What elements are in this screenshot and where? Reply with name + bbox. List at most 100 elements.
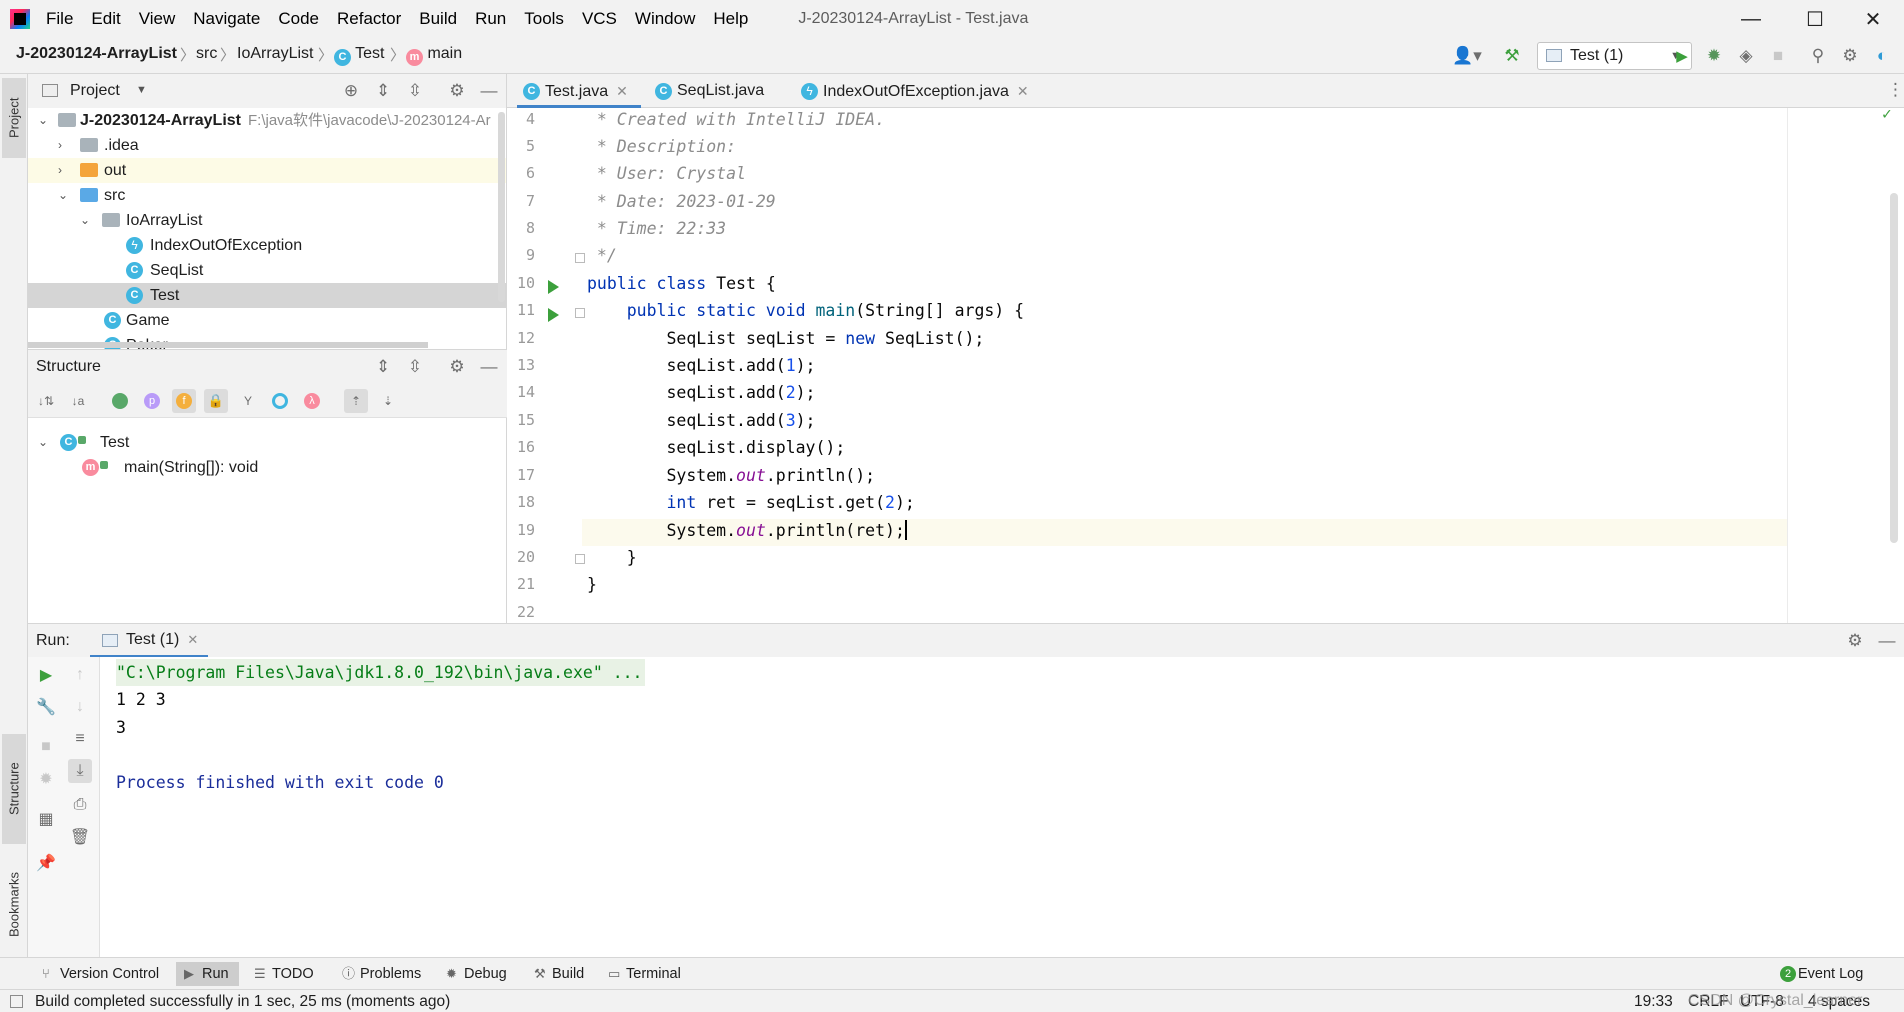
- settings-gear-icon[interactable]: ⚙: [446, 357, 468, 377]
- close-tab-icon[interactable]: ✕: [616, 83, 628, 99]
- menu-refactor[interactable]: Refactor: [337, 9, 401, 29]
- menu-tools[interactable]: Tools: [524, 9, 564, 29]
- menu-run[interactable]: Run: [475, 9, 506, 29]
- lambda-icon[interactable]: λ: [304, 393, 320, 409]
- sort-alphabetically-icon[interactable]: ↓a: [66, 389, 90, 413]
- menu-code[interactable]: Code: [278, 9, 319, 29]
- fold-marker-icon[interactable]: [575, 554, 585, 564]
- tab-run[interactable]: ▶ Run: [176, 962, 239, 986]
- tab-problems[interactable]: ⓘ Problems: [334, 962, 431, 986]
- fold-marker-icon[interactable]: [575, 308, 585, 318]
- tab-event-log[interactable]: 2 Event Log: [1772, 962, 1873, 986]
- tree-item-project-root[interactable]: ⌄ J-20230124-ArrayList F:\java软件\javacod…: [28, 108, 506, 133]
- tree-item-game[interactable]: C Game: [28, 308, 506, 333]
- autoscroll-from-source-icon[interactable]: ⇣: [376, 389, 400, 413]
- menu-build[interactable]: Build: [419, 9, 457, 29]
- show-fields-icon[interactable]: f: [176, 393, 192, 409]
- editor-vertical-scrollbar[interactable]: [1890, 193, 1898, 543]
- menu-navigate[interactable]: Navigate: [193, 9, 260, 29]
- jetbrains-toolbox-icon[interactable]: ◐: [1870, 45, 1894, 67]
- coverage-icon[interactable]: ◈: [1734, 45, 1758, 67]
- tree-item-src[interactable]: ⌄ src: [28, 183, 506, 208]
- breadcrumb-class[interactable]: C Test: [334, 45, 385, 66]
- rerun-icon[interactable]: ▶: [34, 663, 58, 687]
- collapse-all-icon[interactable]: ⇳: [404, 81, 426, 101]
- soft-wrap-icon[interactable]: ≡: [68, 727, 92, 751]
- show-inherited-icon[interactable]: [112, 393, 128, 409]
- menu-help[interactable]: Help: [713, 9, 748, 29]
- expand-all-icon[interactable]: ⇕: [372, 81, 394, 101]
- search-icon[interactable]: ⚲: [1806, 45, 1830, 67]
- fold-marker-icon[interactable]: [575, 253, 585, 263]
- horizontal-scrollbar[interactable]: [28, 342, 428, 348]
- show-lambdas-icon[interactable]: [272, 393, 288, 409]
- print-icon[interactable]: ⎙: [68, 793, 92, 817]
- user-account-icon[interactable]: 👤▾: [1450, 45, 1484, 67]
- tree-item-idea[interactable]: › .idea: [28, 133, 506, 158]
- tab-seqlist-java[interactable]: C SeqList.java: [649, 74, 791, 108]
- tree-item-seqlist[interactable]: C SeqList: [28, 258, 506, 283]
- breadcrumb-package[interactable]: IoArrayList: [237, 45, 313, 63]
- close-window-button[interactable]: ✕: [1846, 0, 1900, 38]
- maximize-button[interactable]: ☐: [1788, 0, 1842, 38]
- structure-item-main[interactable]: m main(String[]): void: [28, 455, 507, 480]
- menu-view[interactable]: View: [139, 9, 176, 29]
- inspection-ok-checkmark-icon[interactable]: ✓: [1882, 108, 1892, 123]
- breadcrumb-method[interactable]: m main: [406, 45, 462, 66]
- tree-item-package[interactable]: ⌄ IoArrayList: [28, 208, 506, 233]
- expand-all-icon[interactable]: ⇕: [372, 357, 394, 377]
- breadcrumb-project[interactable]: J-20230124-ArrayList: [16, 45, 177, 63]
- run-class-gutter-icon[interactable]: [548, 280, 559, 294]
- scroll-down-arrow-icon[interactable]: ↓: [68, 695, 92, 719]
- stop-icon[interactable]: ■: [34, 735, 58, 759]
- tab-version-control[interactable]: ⑂ Version Control: [34, 962, 169, 986]
- pin-tab-icon[interactable]: 📌: [34, 851, 58, 875]
- menu-vcs[interactable]: VCS: [582, 9, 617, 29]
- close-tab-icon[interactable]: ✕: [187, 632, 198, 647]
- menu-edit[interactable]: Edit: [91, 9, 120, 29]
- tab-todo[interactable]: ☰ TODO: [246, 962, 324, 986]
- show-non-public-icon[interactable]: 🔒: [208, 393, 224, 409]
- menu-window[interactable]: Window: [635, 9, 695, 29]
- settings-gear-icon[interactable]: ⚙: [446, 81, 468, 101]
- hide-panel-icon[interactable]: —: [1876, 631, 1898, 651]
- stop-icon[interactable]: ■: [1766, 45, 1790, 67]
- project-panel-title[interactable]: Project: [70, 82, 120, 100]
- tree-item-test[interactable]: C Test: [28, 283, 506, 308]
- structure-tool-tab[interactable]: Structure: [2, 734, 26, 844]
- status-message[interactable]: Build completed successfully in 1 sec, 2…: [35, 993, 450, 1011]
- debug-icon[interactable]: ✹: [1702, 45, 1726, 67]
- clear-all-trash-icon[interactable]: 🗑: [68, 825, 92, 849]
- tab-build[interactable]: ⚒ Build: [526, 962, 594, 986]
- run-configuration-selector[interactable]: Test (1) ▼: [1537, 42, 1692, 70]
- layout-icon[interactable]: ▦: [34, 807, 58, 831]
- scroll-to-end-icon[interactable]: ⤓: [68, 759, 92, 783]
- edit-configuration-wrench-icon[interactable]: 🔧: [34, 695, 58, 719]
- hide-panel-icon[interactable]: —: [478, 81, 500, 101]
- structure-item-test[interactable]: ⌄ C Test: [28, 430, 507, 455]
- run-icon[interactable]: ▶: [1670, 45, 1694, 67]
- chevron-down-icon[interactable]: ▼: [136, 84, 147, 96]
- tab-indexoutofexception-java[interactable]: ϟ IndexOutOfException.java ✕: [795, 74, 1035, 108]
- show-anonymous-icon[interactable]: Y: [236, 389, 260, 413]
- caret-position[interactable]: 19:33: [1634, 993, 1673, 1011]
- close-tab-icon[interactable]: ✕: [1017, 83, 1029, 99]
- settings-gear-icon[interactable]: ⚙: [1838, 45, 1862, 67]
- build-hammer-icon[interactable]: ⚒: [1500, 45, 1524, 67]
- run-tab-test-1[interactable]: Test (1) ✕: [90, 624, 209, 658]
- settings-gear-icon[interactable]: ⚙: [1844, 631, 1866, 651]
- code-editor[interactable]: 4 5 6 7 8 9 10 11 12 13 14 15 16 17 18 1…: [507, 108, 1904, 623]
- collapse-all-icon[interactable]: ⇳: [404, 357, 426, 377]
- locate-file-icon[interactable]: ⊕: [340, 81, 362, 101]
- vertical-scrollbar[interactable]: [498, 112, 505, 302]
- sort-by-visibility-icon[interactable]: ↓⇅: [34, 389, 58, 413]
- tree-item-out[interactable]: › out: [28, 158, 506, 183]
- project-tool-tab[interactable]: Project: [2, 78, 26, 158]
- run-main-gutter-icon[interactable]: [548, 308, 559, 322]
- toggle-tool-windows-icon[interactable]: [10, 995, 23, 1008]
- bookmarks-tool-tab[interactable]: Bookmarks: [2, 854, 26, 954]
- autoscroll-to-source-icon[interactable]: ⇡: [344, 389, 368, 413]
- hide-panel-icon[interactable]: —: [478, 357, 500, 377]
- minimize-button[interactable]: —: [1724, 0, 1778, 38]
- menu-file[interactable]: File: [46, 9, 73, 29]
